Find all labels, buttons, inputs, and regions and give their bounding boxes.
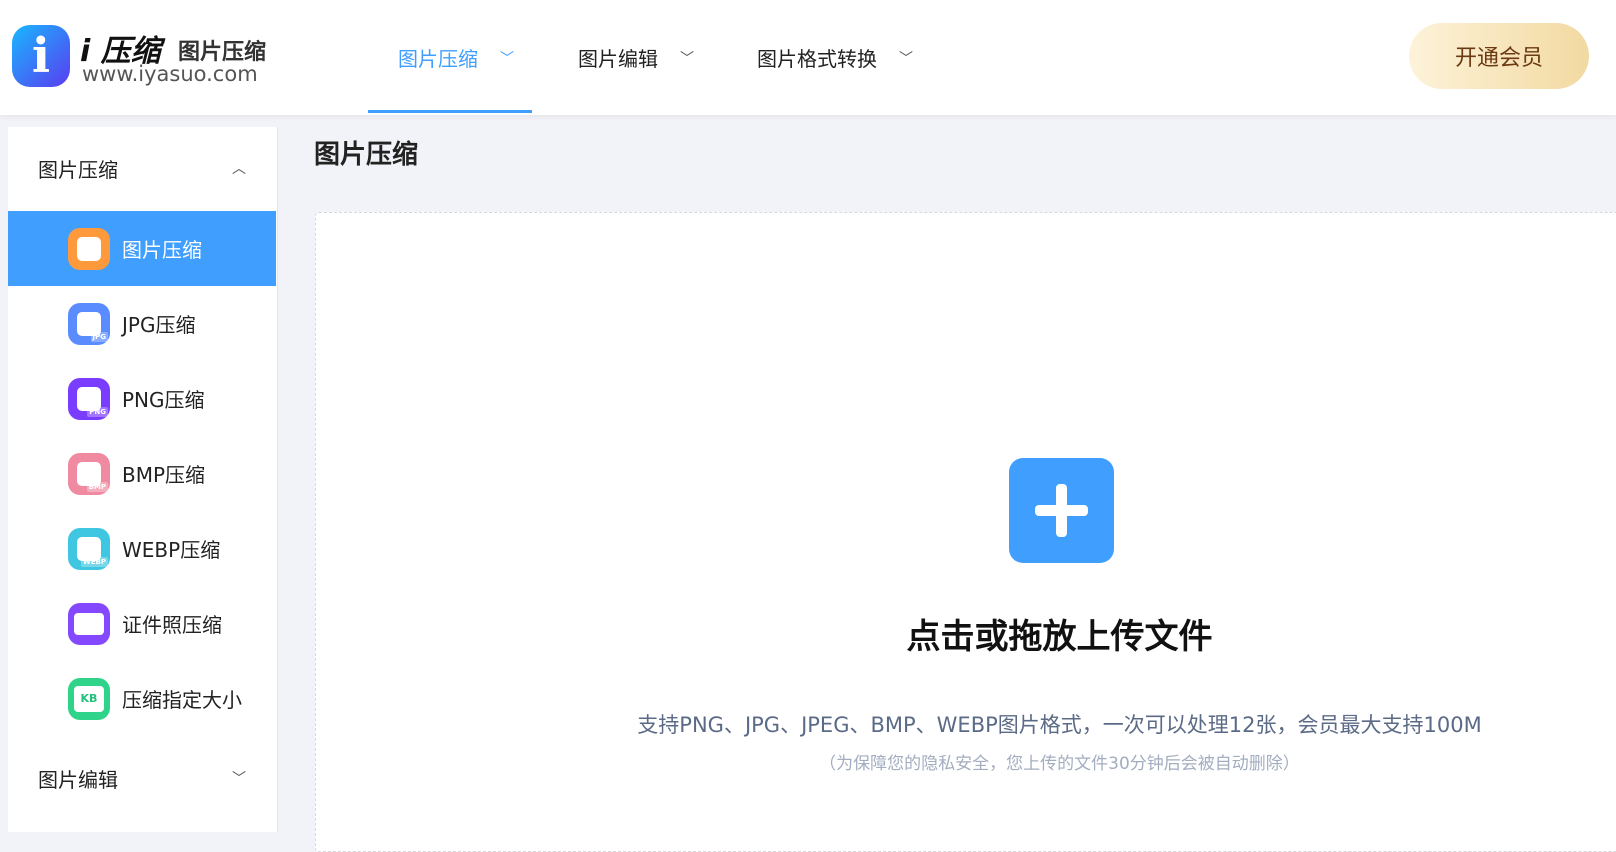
sidebar-item-label: 证件照压缩 — [122, 613, 222, 637]
sidebar-item-jpg[interactable]: JPG JPG压缩 — [8, 286, 276, 361]
kb-folder-icon: KB — [68, 677, 110, 720]
nav-label: 图片压缩 — [398, 47, 478, 71]
upload-description: 支持PNG、JPG、JPEG、BMP、WEBP图片格式，一次可以处理12张，会员… — [637, 713, 1482, 737]
nav-format-convert[interactable]: 图片格式转换 ﹀ — [757, 0, 913, 115]
image-file-icon: WEBP — [68, 527, 110, 570]
page-title: 图片压缩 — [314, 140, 419, 170]
card-shape — [74, 612, 104, 635]
chevron-up-icon: ︿ — [232, 161, 246, 177]
plus-icon[interactable] — [1009, 458, 1114, 563]
sidebar-item-label: WEBP压缩 — [122, 538, 221, 562]
logo-icon[interactable]: i — [12, 25, 70, 87]
format-tag: WEBP — [81, 556, 108, 567]
header: i i 压缩 图片压缩 www.iyasuo.com 图片压缩 ﹀ 图片编辑 ﹀ 图… — [0, 0, 1616, 115]
image-file-icon: PNG — [68, 377, 110, 420]
sidebar-item-image[interactable]: 图片压缩 — [8, 211, 276, 286]
id-card-icon — [68, 602, 110, 645]
upload-title: 点击或拖放上传文件 — [906, 617, 1213, 657]
nav-label: 图片格式转换 — [757, 47, 877, 71]
sidebar: 图片压缩 ︿ 图片压缩 JPG JPG压缩 PNG PNG压缩 BMP BMP压缩 WEBP WE… — [8, 127, 278, 832]
picture-shape — [77, 236, 101, 261]
sidebar-item-label: 压缩指定大小 — [122, 688, 242, 712]
sidebar-item-png[interactable]: PNG PNG压缩 — [8, 361, 276, 436]
sidebar-item-bmp[interactable]: BMP BMP压缩 — [8, 436, 276, 511]
brand-domain: www.iyasuo.com — [82, 62, 258, 86]
group-label: 图片编辑 — [38, 767, 118, 792]
chevron-down-icon: ﹀ — [232, 771, 246, 787]
format-tag: JPG — [90, 331, 108, 342]
kb-label: KB — [74, 685, 104, 712]
sidebar-item-webp[interactable]: WEBP WEBP压缩 — [8, 511, 276, 586]
sidebar-item-size[interactable]: KB 压缩指定大小 — [8, 661, 276, 736]
image-file-icon: BMP — [68, 452, 110, 495]
vip-button[interactable]: 开通会员 — [1409, 23, 1589, 89]
image-file-icon — [68, 227, 110, 270]
nav-image-compress[interactable]: 图片压缩 ﹀ — [368, 0, 532, 115]
chevron-down-icon: ﹀ — [500, 50, 514, 67]
group-label: 图片压缩 — [38, 157, 118, 182]
format-tag: PNG — [87, 406, 108, 417]
image-file-icon: JPG — [68, 302, 110, 345]
nav-label: 图片编辑 — [578, 47, 658, 71]
chevron-down-icon: ﹀ — [680, 50, 694, 67]
privacy-note: （为保障您的隐私安全，您上传的文件30分钟后会被自动删除） — [819, 754, 1300, 774]
sidebar-item-label: PNG压缩 — [122, 388, 205, 412]
sidebar-item-id-photo[interactable]: 证件照压缩 — [8, 586, 276, 661]
sidebar-item-label: 图片压缩 — [122, 238, 202, 262]
sidebar-group-edit[interactable]: 图片编辑 ﹀ — [8, 748, 278, 808]
format-tag: BMP — [86, 481, 108, 492]
sidebar-item-label: JPG压缩 — [122, 313, 196, 337]
sidebar-item-label: BMP压缩 — [122, 463, 206, 487]
sidebar-group-compress[interactable]: 图片压缩 ︿ — [8, 138, 278, 198]
upload-dropzone[interactable]: 点击或拖放上传文件 支持PNG、JPG、JPEG、BMP、WEBP图片格式，一次… — [315, 212, 1616, 852]
nav-image-edit[interactable]: 图片编辑 ﹀ — [578, 0, 694, 115]
chevron-down-icon: ﹀ — [899, 50, 913, 67]
